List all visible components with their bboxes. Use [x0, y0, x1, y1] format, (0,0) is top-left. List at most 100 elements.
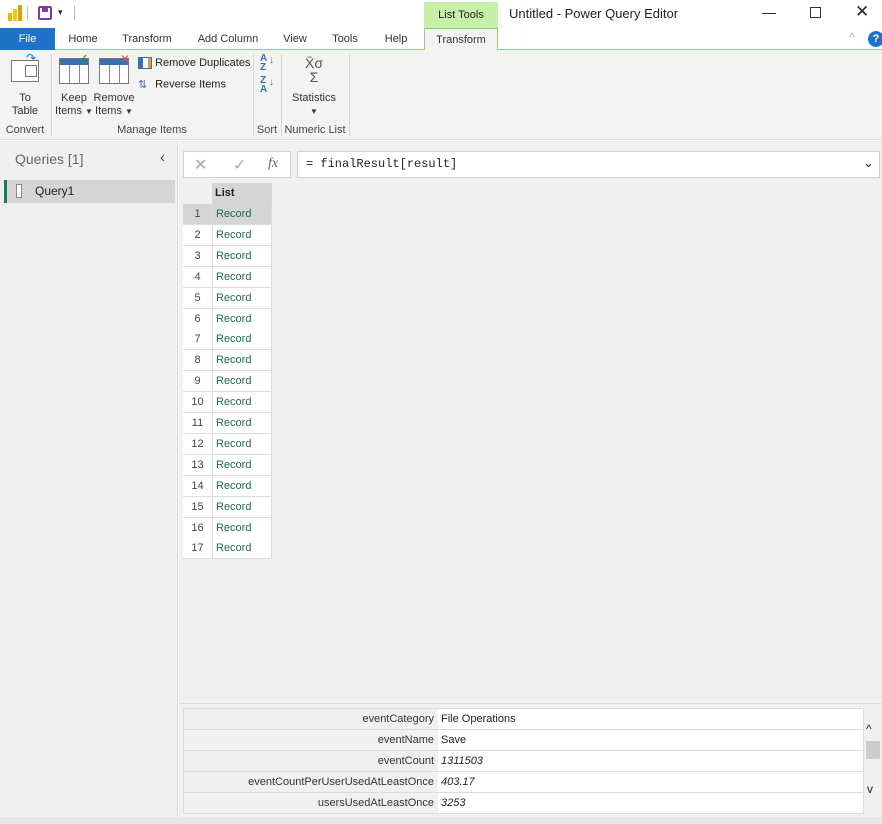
dropdown-arrow-icon: ▼ [310, 107, 318, 116]
tab-add-column[interactable]: Add Column [192, 28, 264, 50]
row-number[interactable]: 14 [183, 475, 212, 497]
table-row[interactable]: 7 Record [183, 329, 272, 351]
cell-record-link[interactable]: Record [212, 287, 272, 309]
reverse-items-button[interactable]: ⇅ Reverse Items [138, 78, 226, 93]
tab-view[interactable]: View [278, 28, 312, 50]
list-icon [16, 184, 22, 198]
tab-transform[interactable]: Transform [114, 28, 180, 50]
cell-record-link[interactable]: Record [212, 245, 272, 267]
sort-ascending-button[interactable]: A Z ↓ [260, 54, 274, 73]
remove-items-button[interactable]: ✕ Remove Items ▼ [94, 52, 135, 118]
cell-record-link[interactable]: Record [212, 204, 272, 225]
table-row[interactable]: 15 Record [183, 496, 272, 518]
table-row[interactable]: 3 Record [183, 245, 272, 267]
keep-items-button[interactable]: ✓ Keep Items ▼ [55, 51, 93, 118]
table-row[interactable]: 8 Record [183, 350, 272, 372]
query-item[interactable]: Query1 [4, 180, 175, 203]
collapse-queries-pane-icon[interactable]: ‹ [160, 149, 165, 166]
tab-tools[interactable]: Tools [326, 28, 364, 50]
cell-record-link[interactable]: Record [212, 371, 272, 393]
table-row[interactable]: 5 Record [183, 287, 272, 309]
scroll-up-icon[interactable]: ^ [866, 722, 872, 736]
row-number[interactable]: 15 [183, 496, 212, 518]
row-number[interactable]: 6 [183, 308, 212, 330]
table-row[interactable]: 13 Record [183, 454, 272, 476]
cell-record-link[interactable]: Record [212, 413, 272, 434]
cell-record-link[interactable]: Record [212, 266, 272, 288]
field-value: 403.17 [438, 772, 863, 792]
statistics-icon: X̄σ Σ [305, 55, 323, 85]
row-number[interactable]: 2 [183, 224, 212, 246]
table-row[interactable]: 1 Record [183, 204, 272, 225]
sort-descending-button[interactable]: Z A ↓ [260, 76, 274, 95]
formula-input[interactable]: = finalResult[result] ⌄ [297, 151, 880, 178]
table-row[interactable]: 17 Record [183, 538, 272, 560]
tab-list-transform[interactable]: Transform [424, 28, 498, 51]
expand-formula-icon[interactable]: ⌄ [863, 155, 874, 171]
cell-record-link[interactable]: Record [212, 496, 272, 518]
row-number[interactable]: 13 [183, 454, 212, 476]
table-row[interactable]: 11 Record [183, 413, 272, 434]
table-row[interactable]: 12 Record [183, 433, 272, 455]
scrollbar-thumb[interactable] [866, 741, 880, 759]
row-number[interactable]: 7 [183, 329, 212, 351]
quick-access-dropdown-icon[interactable]: ▾ [58, 7, 63, 18]
row-number[interactable]: 1 [183, 204, 212, 225]
row-number[interactable]: 17 [183, 538, 212, 560]
cell-record-link[interactable]: Record [212, 454, 272, 476]
cell-record-link[interactable]: Record [212, 308, 272, 330]
remove-duplicates-button[interactable]: Remove Duplicates [138, 57, 250, 72]
row-number[interactable]: 11 [183, 413, 212, 434]
cell-record-link[interactable]: Record [212, 475, 272, 497]
row-number[interactable]: 3 [183, 245, 212, 267]
tab-file[interactable]: File [0, 28, 55, 50]
grid-header: List [183, 183, 272, 204]
cell-record-link[interactable]: Record [212, 350, 272, 372]
cancel-icon[interactable]: ✕ [194, 155, 207, 175]
row-number[interactable]: 8 [183, 350, 212, 372]
statistics-button[interactable]: X̄σ Σ Statistics ▼ [288, 54, 340, 118]
title-bar: ▾ List Tools Untitled - Power Query Edit… [0, 0, 882, 28]
table-row[interactable]: 14 Record [183, 475, 272, 497]
to-table-button[interactable]: ↷ To Table [4, 51, 46, 118]
row-number[interactable]: 4 [183, 266, 212, 288]
table-row[interactable]: 9 Record [183, 371, 272, 393]
collapse-ribbon-icon[interactable]: ^ [849, 30, 855, 44]
save-icon[interactable] [38, 6, 52, 20]
table-row[interactable]: 4 Record [183, 266, 272, 288]
row-number[interactable]: 10 [183, 392, 212, 414]
cell-record-link[interactable]: Record [212, 392, 272, 414]
commit-icon[interactable]: ✓ [233, 155, 246, 175]
table-row[interactable]: 2 Record [183, 224, 272, 246]
cell-record-link[interactable]: Record [212, 224, 272, 246]
row-number[interactable]: 5 [183, 287, 212, 309]
table-row[interactable]: 6 Record [183, 308, 272, 330]
cell-record-link[interactable]: Record [212, 329, 272, 351]
tab-home[interactable]: Home [60, 28, 106, 50]
field-value: Save [438, 730, 863, 750]
to-table-icon: ↷ [11, 51, 39, 82]
cell-record-link[interactable]: Record [212, 538, 272, 560]
cell-record-link[interactable]: Record [212, 433, 272, 455]
ribbon: ↷ To Table Convert ✓ Keep Items ▼ ✕ Remo… [0, 50, 882, 140]
tab-help[interactable]: Help [378, 28, 414, 50]
maximize-button[interactable] [810, 7, 821, 18]
cell-record-link[interactable]: Record [212, 517, 272, 539]
select-all-corner[interactable] [183, 183, 212, 204]
row-number[interactable]: 9 [183, 371, 212, 393]
table-row[interactable]: 10 Record [183, 392, 272, 414]
scroll-down-icon[interactable]: v [867, 782, 873, 796]
close-button[interactable]: ✕ [855, 2, 869, 22]
minimize-button[interactable]: — [762, 4, 776, 20]
row-number[interactable]: 12 [183, 433, 212, 455]
detail-row: eventCategory File Operations [184, 709, 863, 730]
detail-row: eventCountPerUserUsedAtLeastOnce 403.17 [184, 772, 863, 793]
fx-icon[interactable]: fx [268, 156, 278, 172]
field-name: eventName [184, 730, 438, 750]
table-row[interactable]: 16 Record [183, 517, 272, 539]
formula-buttons: ✕ ✓ fx [183, 151, 291, 178]
column-header-list[interactable]: List [212, 183, 272, 204]
row-number[interactable]: 16 [183, 517, 212, 539]
help-icon[interactable]: ? [868, 31, 882, 47]
details-pane: eventCategory File Operations eventName Sav… [179, 703, 882, 817]
